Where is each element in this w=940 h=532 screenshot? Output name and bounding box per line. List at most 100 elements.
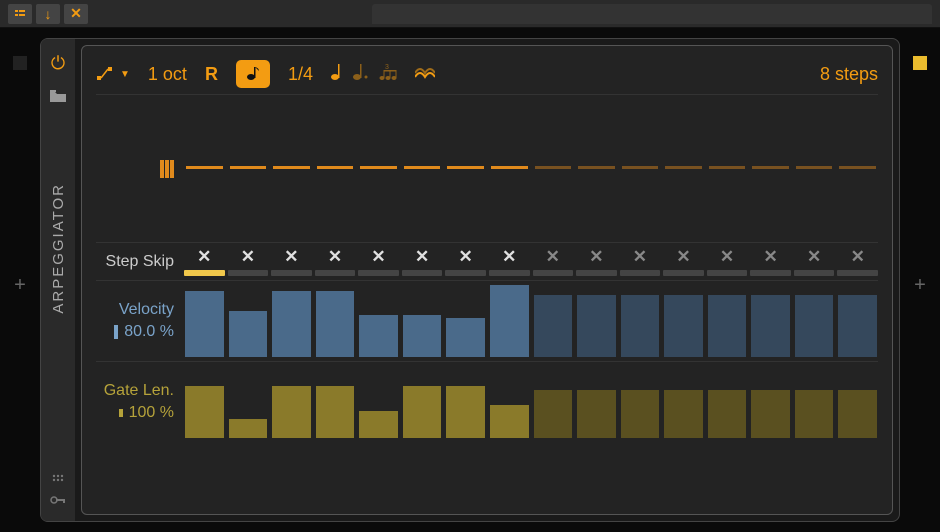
app-top-bar: ↓ ✕ [0, 0, 940, 28]
rate-value[interactable]: 1/4 [288, 64, 313, 85]
velocity-label: Velocity 80.0 % [96, 301, 184, 341]
chevron-down-icon: ▼ [120, 69, 130, 80]
top-panel-spacer [372, 4, 932, 24]
velocity-indicator [114, 325, 118, 339]
stepskip-step[interactable]: ✕ [837, 247, 878, 276]
velocity-step[interactable] [489, 285, 530, 357]
velocity-step[interactable] [184, 285, 225, 357]
gate-step[interactable] [663, 366, 704, 438]
stepskip-step[interactable]: ✕ [794, 247, 835, 276]
velocity-step[interactable] [707, 285, 748, 357]
toolbar-list-button[interactable] [8, 4, 32, 24]
toolbar-down-button[interactable]: ↓ [36, 4, 60, 24]
device-workspace: + ⏻ ARPEGGIATOR ▼ [0, 28, 940, 532]
gate-indicator [119, 409, 123, 417]
velocity-step[interactable] [315, 285, 356, 357]
drag-handle-icon[interactable] [52, 471, 64, 485]
stepskip-step[interactable]: ✕ [620, 247, 661, 276]
stepskip-label: Step Skip [96, 253, 184, 271]
velocity-step[interactable] [358, 285, 399, 357]
velocity-label-text: Velocity [119, 301, 174, 319]
gate-step[interactable] [837, 366, 878, 438]
power-icon[interactable]: ⏻ [51, 53, 65, 74]
stepskip-step[interactable]: ✕ [489, 247, 530, 276]
stepskip-step[interactable]: ✕ [445, 247, 486, 276]
velocity-step[interactable] [228, 285, 269, 357]
gate-step[interactable] [707, 366, 748, 438]
gate-lane: Gate Len. 100 % [96, 361, 878, 442]
velocity-step[interactable] [794, 285, 835, 357]
gate-step[interactable] [794, 366, 835, 438]
velocity-value[interactable]: 80.0 % [124, 323, 174, 341]
velocity-step[interactable] [750, 285, 791, 357]
piano-icon [160, 160, 174, 178]
steps-count[interactable]: 8 steps [820, 64, 878, 85]
add-device-right[interactable]: + [914, 274, 926, 297]
right-marker [913, 56, 927, 70]
toolbar-close-button[interactable]: ✕ [64, 4, 88, 24]
device-side-strip: ⏻ ARPEGGIATOR [41, 39, 75, 521]
stepskip-step[interactable]: ✕ [533, 247, 574, 276]
note-triplet-icon[interactable]: 3 [379, 63, 397, 86]
gate-step[interactable] [620, 366, 661, 438]
stepskip-step[interactable]: ✕ [315, 247, 356, 276]
note-mode-button[interactable] [236, 60, 270, 88]
gate-step[interactable] [184, 366, 225, 438]
gate-step[interactable] [445, 366, 486, 438]
header-row: ▼ 1 oct R 1/4 3 [96, 54, 878, 94]
gate-step[interactable] [358, 366, 399, 438]
velocity-step[interactable] [402, 285, 443, 357]
pattern-icon[interactable]: ▼ [96, 65, 130, 83]
gate-label-text: Gate Len. [104, 382, 174, 400]
gate-step[interactable] [402, 366, 443, 438]
svg-text:3: 3 [385, 64, 389, 71]
gate-step[interactable] [489, 366, 530, 438]
gate-label: Gate Len. 100 % [96, 382, 184, 422]
velocity-lane: Velocity 80.0 % [96, 280, 878, 361]
left-marker [13, 56, 27, 70]
gate-step[interactable] [271, 366, 312, 438]
gate-step[interactable] [750, 366, 791, 438]
folder-icon[interactable] [50, 90, 66, 105]
stepskip-grid[interactable]: ✕✕✕✕✕✕✕✕✕✕✕✕✕✕✕✕ [184, 247, 878, 276]
gate-step[interactable] [576, 366, 617, 438]
left-gutter: + [0, 38, 40, 532]
velocity-step[interactable] [271, 285, 312, 357]
device-title: ARPEGGIATOR [50, 183, 67, 314]
pitch-label [96, 160, 184, 178]
velocity-step[interactable] [576, 285, 617, 357]
note-dotted-icon[interactable] [353, 63, 369, 86]
gate-value[interactable]: 100 % [129, 404, 174, 422]
device-main: ▼ 1 oct R 1/4 3 [81, 45, 893, 515]
velocity-step[interactable] [533, 285, 574, 357]
stepskip-step[interactable]: ✕ [663, 247, 704, 276]
pitch-lane [96, 94, 878, 242]
stepskip-step[interactable]: ✕ [358, 247, 399, 276]
note-normal-icon[interactable] [331, 63, 343, 86]
stepskip-step[interactable]: ✕ [271, 247, 312, 276]
stepskip-step[interactable]: ✕ [228, 247, 269, 276]
velocity-step[interactable] [663, 285, 704, 357]
gate-step[interactable] [315, 366, 356, 438]
retrigger-button[interactable]: R [205, 64, 218, 85]
note-duration-group: 3 [331, 63, 397, 86]
stepskip-step[interactable]: ✕ [184, 247, 225, 276]
stepskip-step[interactable]: ✕ [402, 247, 443, 276]
key-icon[interactable] [50, 493, 66, 507]
stepskip-step[interactable]: ✕ [576, 247, 617, 276]
arpeggiator-device: ⏻ ARPEGGIATOR ▼ 1 oct [40, 38, 900, 522]
stepskip-step[interactable]: ✕ [750, 247, 791, 276]
gate-step[interactable] [533, 366, 574, 438]
velocity-step[interactable] [620, 285, 661, 357]
octave-range[interactable]: 1 oct [148, 64, 187, 85]
velocity-step[interactable] [445, 285, 486, 357]
add-device-left[interactable]: + [14, 274, 26, 297]
right-gutter: + [900, 38, 940, 532]
stepskip-step[interactable]: ✕ [707, 247, 748, 276]
gate-grid[interactable] [184, 366, 878, 438]
stepskip-lane: Step Skip ✕✕✕✕✕✕✕✕✕✕✕✕✕✕✕✕ [96, 242, 878, 280]
gate-step[interactable] [228, 366, 269, 438]
wave-icon[interactable] [415, 67, 435, 81]
velocity-step[interactable] [837, 285, 878, 357]
velocity-grid[interactable] [184, 285, 878, 357]
